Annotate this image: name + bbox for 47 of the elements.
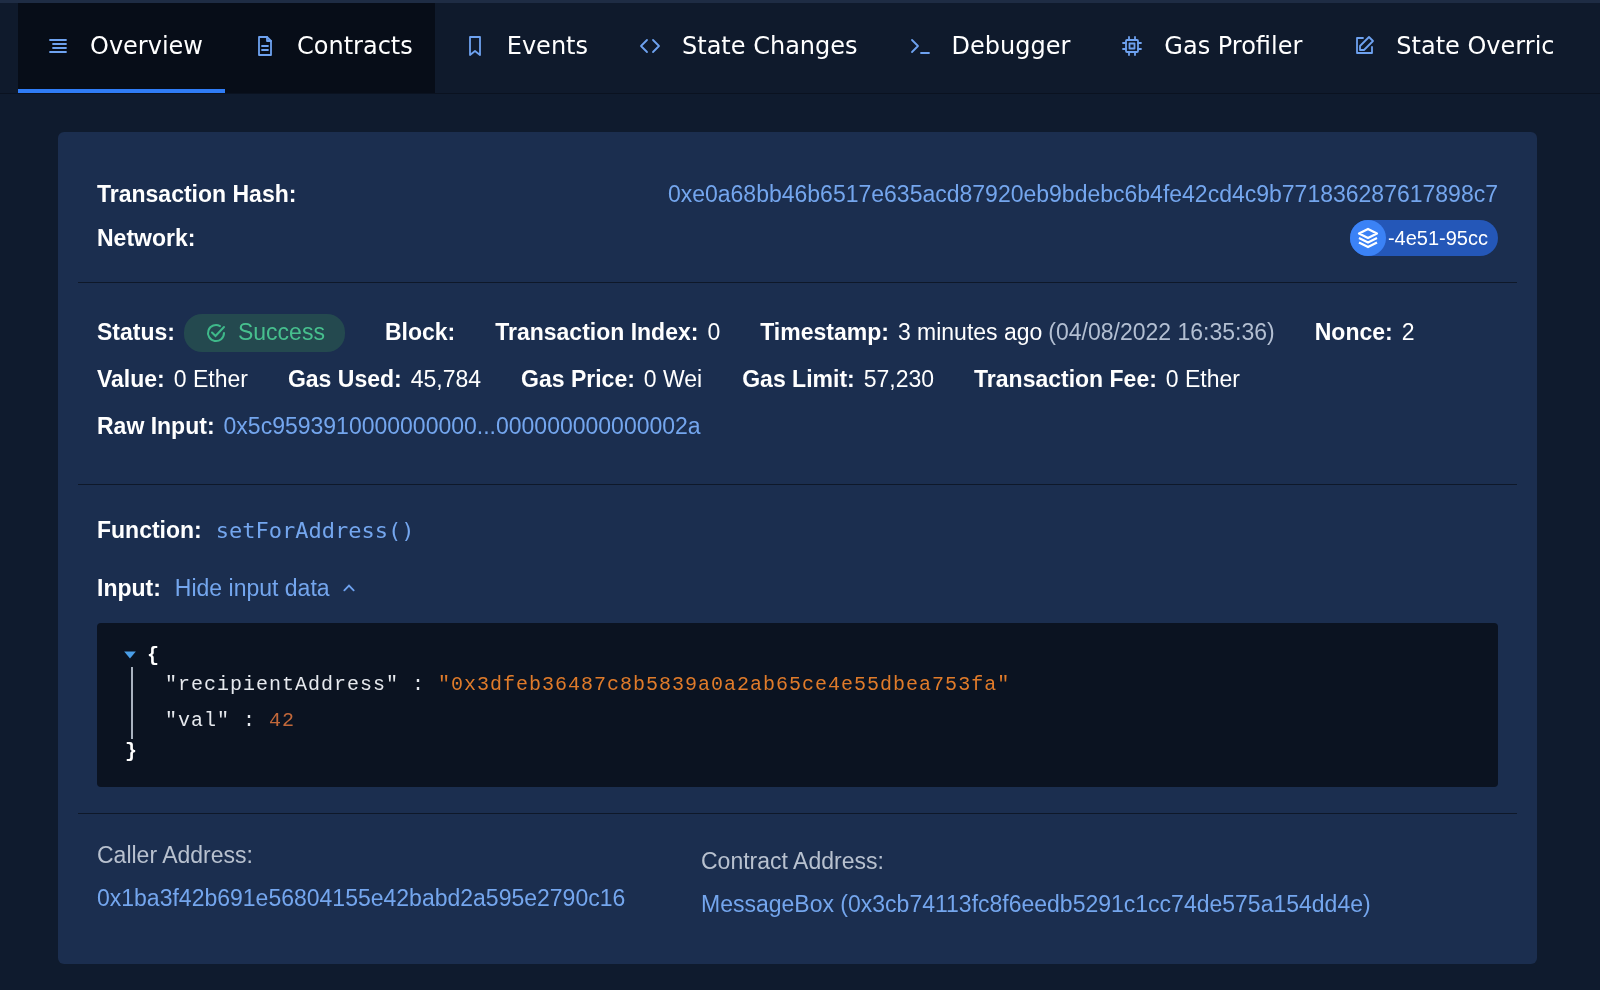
json-entry: "val" : 42 (165, 708, 297, 734)
tab[interactable]: Contracts (225, 3, 435, 93)
json-brace: } (125, 739, 137, 763)
field-value: 45,784 (410, 366, 482, 393)
tab[interactable]: State Changes (610, 3, 880, 93)
address-link[interactable]: MessageBox (0x3cb74113fc8f6eedb5291c1cc74de575a154dd4e) (701, 891, 1371, 918)
json-entry: "recipientAddress" : "0x3dfeb36487c8b5839a0a2ab65ce4e55dbea753fa" (165, 672, 1012, 698)
field-label: Status: (97, 319, 175, 346)
field-value: 0 (707, 319, 721, 346)
field-label: Function: (97, 516, 202, 544)
field-label: Gas Used: (287, 366, 402, 393)
field-label: Transaction Index: (495, 319, 699, 346)
field-label: Timestamp: (760, 319, 889, 346)
json-brace: { (147, 643, 159, 667)
field-label: Gas Limit: (742, 366, 855, 393)
field-label: Transaction Fee: (974, 366, 1157, 393)
field-label: Block: (384, 319, 456, 346)
field-label: Input: (97, 574, 161, 602)
network-badge[interactable]: -4e51-95cc (1349, 220, 1498, 256)
chip-icon (1120, 34, 1145, 58)
tab[interactable]: Gas Profiler (1092, 3, 1325, 93)
function-name: setForAddress() (215, 517, 415, 543)
tab[interactable]: Debugger (879, 3, 1093, 93)
hash-link[interactable]: 0xe0a68bb46b6517e635acd87920eb9bdebc6b4fe42cd4c9b771836287617898c7 (667, 180, 1498, 208)
tab[interactable]: Events (434, 3, 610, 93)
field-value: 3 minutes ago (897, 319, 1043, 346)
tab[interactable]: Overview (18, 3, 225, 93)
address-label: Caller Address: (97, 842, 254, 869)
field-label: Transaction Hash: (97, 180, 297, 208)
toggle-link[interactable]: Hide input data (174, 574, 356, 602)
field-value: 57,230 (863, 366, 935, 393)
layers-icon (1349, 220, 1386, 256)
field-value: 0 Ether (1165, 366, 1240, 393)
status-badge: Success (183, 313, 345, 352)
address-label: Contract Address: (701, 848, 885, 875)
timestamp-note: (04/08/2022 16:35:36) (1048, 319, 1275, 346)
field-value: 2 (1401, 319, 1415, 346)
field-label: Value: (97, 366, 165, 393)
field-label: Network: (97, 224, 196, 252)
tab[interactable]: State Overric (1324, 3, 1577, 93)
address-link[interactable]: 0x1ba3f42b691e56804155e42babd2a595e2790c16 (97, 885, 701, 912)
field-label: Gas Price: (521, 366, 635, 393)
field-label: Nonce: (1314, 319, 1393, 346)
field-label: Raw Input: (97, 413, 215, 440)
field-value: 0 Ether (173, 366, 248, 393)
raw-input-link[interactable]: 0x5c9593910000000000...000000000000002a (223, 413, 701, 440)
field-value: 0 Wei (643, 366, 703, 393)
